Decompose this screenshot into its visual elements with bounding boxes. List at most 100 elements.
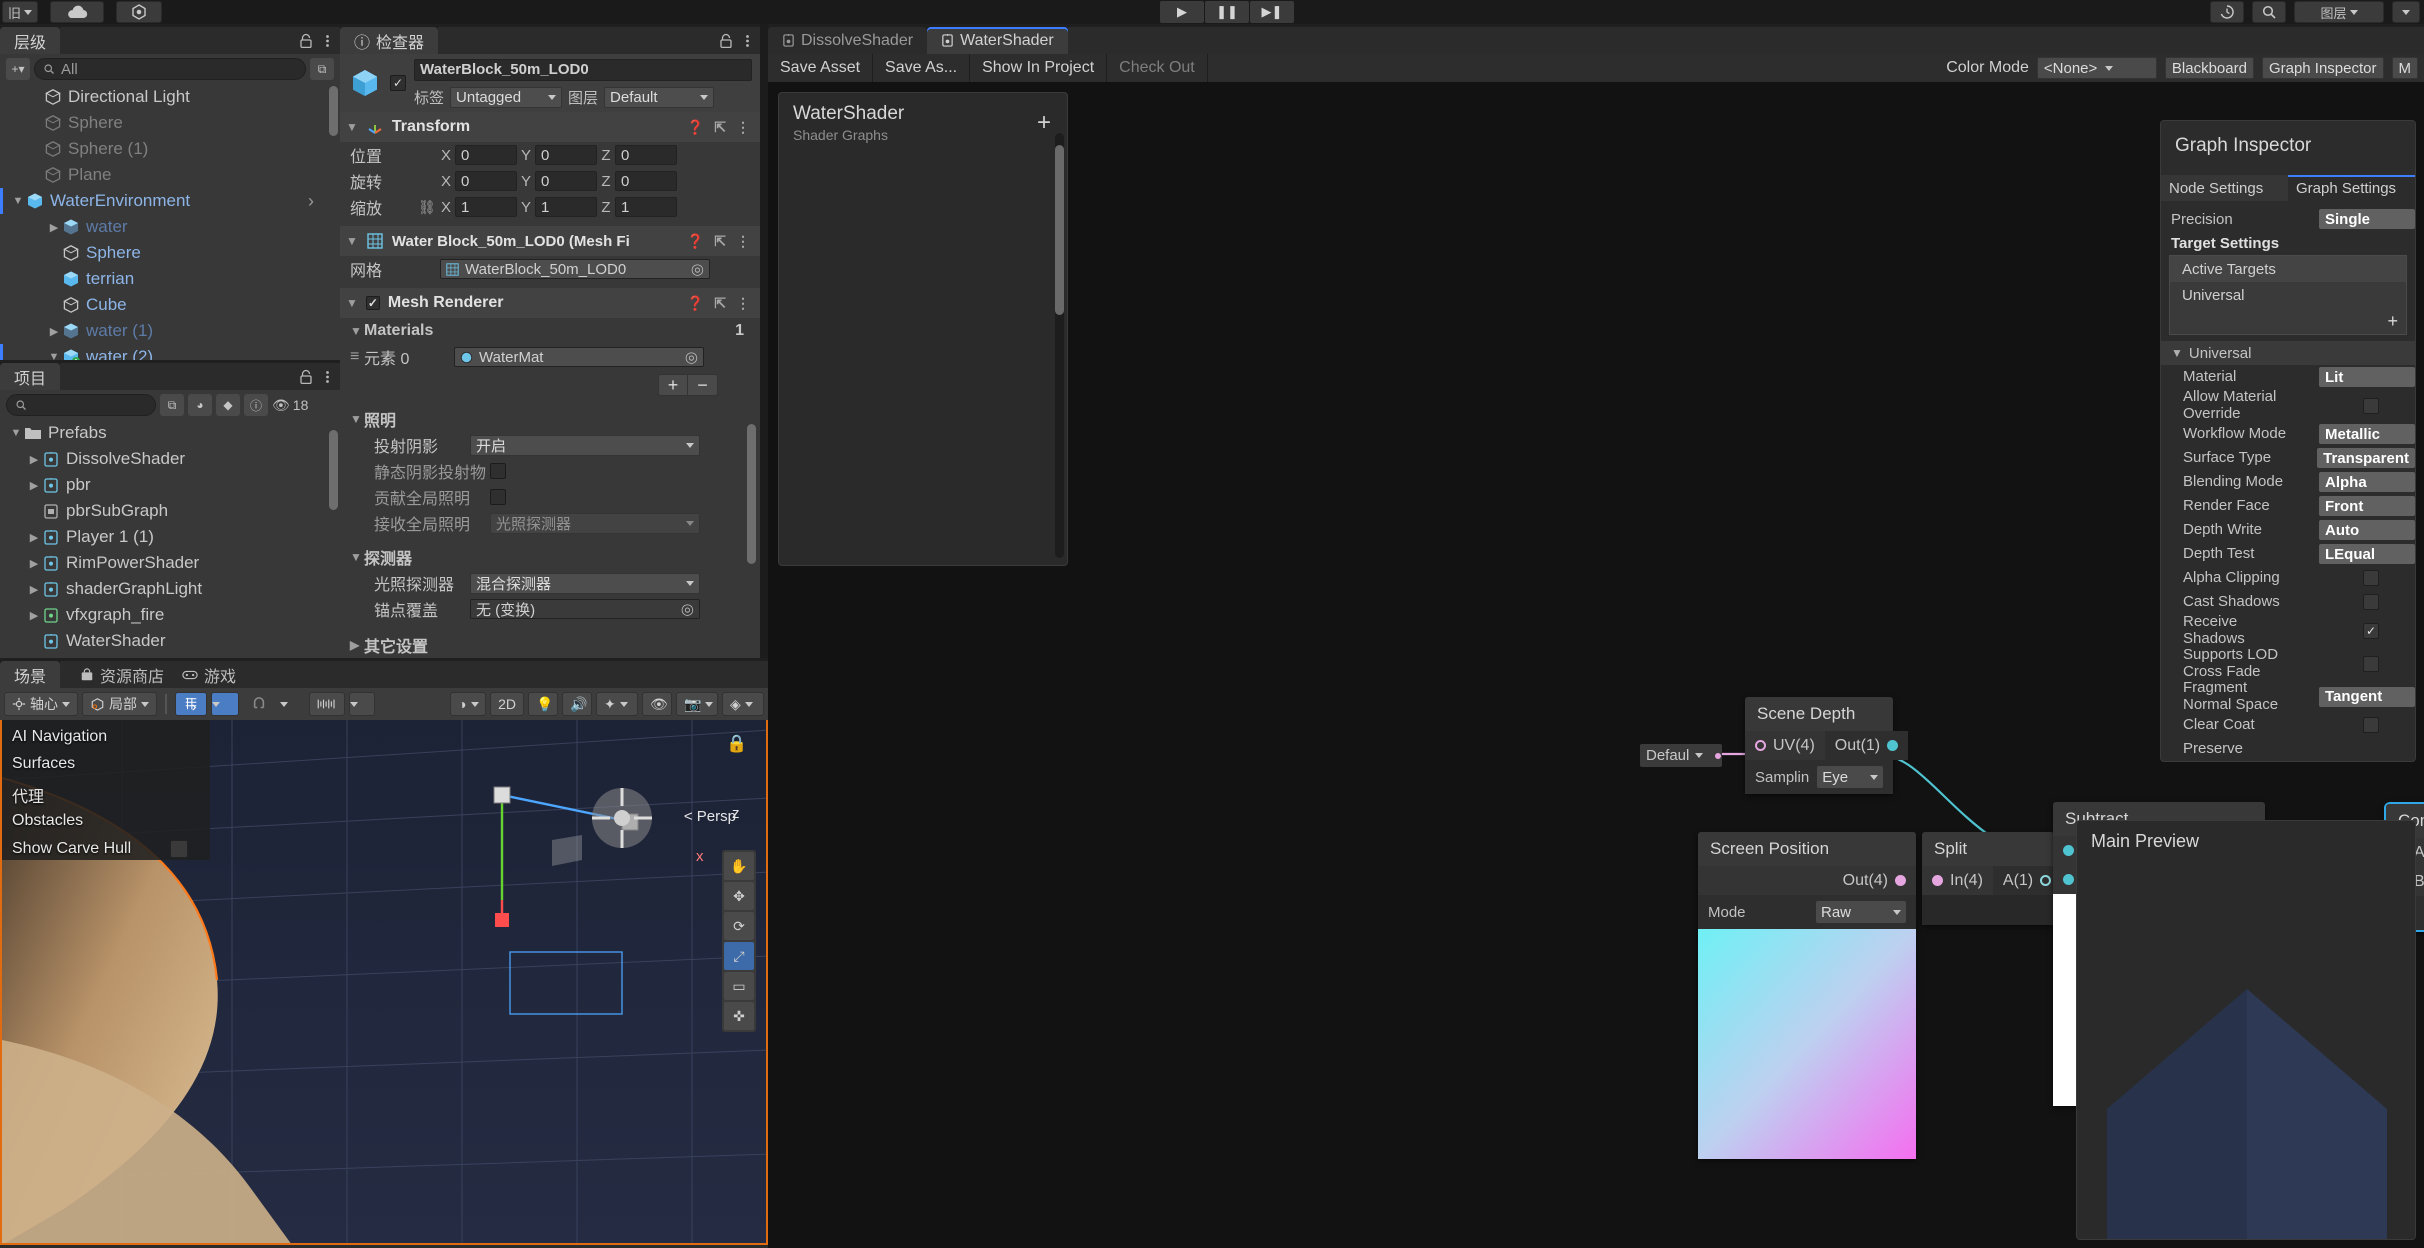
- toggle-hidden-button[interactable]: 👁: [642, 692, 672, 716]
- cloud-button[interactable]: [50, 1, 105, 23]
- hierarchy-item-sphere[interactable]: Sphere: [0, 110, 340, 136]
- pin-icon[interactable]: ⇱: [714, 119, 726, 136]
- foldout-arrow-meshrenderer[interactable]: ▼: [346, 296, 358, 310]
- rotation-x-input[interactable]: 0: [455, 171, 517, 191]
- grid-snap-dropdown[interactable]: [211, 692, 239, 716]
- hand-tool[interactable]: ✋: [724, 852, 754, 880]
- pause-button[interactable]: ❚❚: [1205, 1, 1249, 23]
- meshrenderer-component-header[interactable]: ▼ ✓ Mesh Renderer ❓ ⇱ ⋮: [340, 288, 760, 318]
- save-asset-button[interactable]: Save Asset: [768, 54, 874, 82]
- toggle-lighting-button[interactable]: 💡: [528, 692, 558, 716]
- kebab-menu-icon-project[interactable]: [325, 369, 330, 385]
- node-screen-position[interactable]: Screen Position Out(4) Mode Raw: [1698, 832, 1916, 1159]
- foldout-closed-icon[interactable]: ▶: [26, 609, 42, 622]
- kebab-icon-transform[interactable]: ⋮: [736, 119, 750, 136]
- rotation-z-input[interactable]: 0: [615, 171, 677, 191]
- position-x-input[interactable]: 0: [455, 145, 517, 165]
- tab-asset-store[interactable]: 资源商店: [80, 663, 164, 687]
- position-z-input[interactable]: 0: [615, 145, 677, 165]
- search-button[interactable]: [2252, 1, 2286, 23]
- transform-tool[interactable]: ✜: [724, 1002, 754, 1030]
- tab-node-settings[interactable]: Node Settings: [2161, 175, 2288, 201]
- screen-position-output-out[interactable]: Out(4): [1698, 866, 1916, 895]
- hierarchy-scrollbar[interactable]: [329, 86, 338, 136]
- foldout-closed-icon[interactable]: ▶: [46, 221, 62, 234]
- lock-icon[interactable]: [299, 33, 313, 49]
- anchor-override-field[interactable]: 无 (变换) ◎: [470, 599, 700, 619]
- lock-icon-inspector[interactable]: [719, 33, 733, 49]
- hierarchy-item-water-1-[interactable]: ▶ water (1): [0, 318, 340, 344]
- hierarchy-add-button[interactable]: +▾: [6, 58, 30, 80]
- ruler-button[interactable]: [309, 692, 345, 716]
- foldout-closed-icon[interactable]: ▶: [46, 325, 62, 338]
- project-item-pbrsubgraph[interactable]: pbrSubGraph: [0, 498, 340, 524]
- add-material-button[interactable]: +: [658, 374, 688, 396]
- foldout-closed-icon[interactable]: ▶: [26, 557, 42, 570]
- main-preview-toggle-button[interactable]: M: [2391, 57, 2418, 79]
- layers-dropdown[interactable]: [2392, 1, 2420, 23]
- graph-setting-value[interactable]: Metallic: [2319, 424, 2415, 444]
- position-y-input[interactable]: 0: [535, 145, 597, 165]
- pin-icon-meshrenderer[interactable]: ⇱: [714, 295, 726, 312]
- toggle-audio-button[interactable]: 🔊: [562, 692, 592, 716]
- ai-navigation-agents[interactable]: 代理: [12, 783, 44, 807]
- toggle-2d-button[interactable]: 2D: [490, 692, 524, 716]
- scene-depth-uv-default-chip[interactable]: Defaul: [1640, 744, 1722, 767]
- kebab-menu-icon[interactable]: [325, 33, 330, 49]
- foldout-open-icon[interactable]: ▼: [8, 427, 24, 439]
- hierarchy-item-directional-light[interactable]: Directional Light: [0, 84, 340, 110]
- graph-setting-checkbox[interactable]: ✓: [2363, 622, 2379, 639]
- hierarchy-filter-button[interactable]: ⧉: [310, 58, 334, 80]
- mesh-object-field[interactable]: WaterBlock_50m_LOD0 ◎: [440, 259, 710, 279]
- project-info-button[interactable]: ⓘ: [244, 394, 268, 416]
- foldout-closed-icon[interactable]: ▶: [26, 531, 42, 544]
- project-item-dissolveshader[interactable]: ▶ DissolveShader: [0, 446, 340, 472]
- foldout-arrow-transform[interactable]: ▼: [346, 120, 358, 134]
- services-button[interactable]: [116, 1, 163, 23]
- persp-label[interactable]: < Persp: [684, 808, 736, 825]
- scale-link-icon[interactable]: ⛓: [418, 199, 440, 216]
- project-item-rimpowershader[interactable]: ▶ RimPowerShader: [0, 550, 340, 576]
- graph-setting-value[interactable]: Lit: [2319, 367, 2415, 387]
- foldout-closed-icon[interactable]: ▶: [26, 479, 42, 492]
- element-material-field[interactable]: WaterMat ◎: [454, 347, 704, 367]
- scene-depth-sampling-dropdown[interactable]: Eye: [1817, 766, 1883, 788]
- hierarchy-tree[interactable]: Directional Light Sphere Sphere (1) Plane ▼ W…: [0, 84, 340, 362]
- ruler-dropdown[interactable]: [349, 692, 375, 716]
- anchor-picker-icon[interactable]: ◎: [681, 600, 694, 618]
- rotation-y-input[interactable]: 0: [535, 171, 597, 191]
- blackboard-scrollbar[interactable]: [1055, 145, 1064, 315]
- hierarchy-item-waterenvironment[interactable]: ▼ WaterEnvironment ›: [0, 188, 340, 214]
- contribute-gi-checkbox[interactable]: [490, 489, 506, 505]
- color-mode-dropdown[interactable]: <None>: [2036, 57, 2157, 79]
- blackboard-add-button[interactable]: +: [1037, 109, 1051, 137]
- port-screenpos-out-icon[interactable]: [1895, 875, 1906, 886]
- project-label-filter-button[interactable]: ◆: [216, 394, 240, 416]
- grid-snap-button[interactable]: [175, 692, 207, 716]
- camera-settings-button[interactable]: 📷: [676, 692, 718, 716]
- play-button[interactable]: ▶: [1160, 1, 1204, 23]
- foldout-arrow-meshfilter[interactable]: ▼: [346, 234, 358, 248]
- tab-watershader[interactable]: WaterShader: [927, 27, 1068, 54]
- tab-graph-settings[interactable]: Graph Settings: [2288, 175, 2415, 201]
- port-split-in-icon[interactable]: [1932, 875, 1943, 886]
- hierarchy-item-sphere[interactable]: Sphere: [0, 240, 340, 266]
- mesh-picker-icon[interactable]: ◎: [691, 260, 704, 278]
- tab-dissolveshader[interactable]: DissolveShader: [768, 27, 928, 54]
- add-target-button[interactable]: +: [2170, 308, 2406, 334]
- material-picker-icon[interactable]: ◎: [685, 348, 698, 366]
- project-save-filter-button[interactable]: ⧉: [160, 394, 184, 416]
- foldout-closed-icon[interactable]: ▶: [26, 453, 42, 466]
- graph-setting-value[interactable]: LEqual: [2319, 544, 2415, 564]
- project-item-pbr[interactable]: ▶ pbr: [0, 472, 340, 498]
- show-in-project-button[interactable]: Show In Project: [970, 54, 1108, 82]
- foldout-arrow-additional[interactable]: ▶: [350, 638, 364, 652]
- scene-depth-output-out[interactable]: Out(1): [1824, 731, 1909, 760]
- node-scene-depth[interactable]: Scene Depth UV(4) Out(1) Samplin Eye: [1745, 697, 1909, 794]
- tag-dropdown[interactable]: Untagged: [450, 86, 563, 108]
- graph-setting-checkbox[interactable]: [2363, 594, 2379, 610]
- object-name-field[interactable]: WaterBlock_50m_LOD0: [414, 58, 752, 81]
- hierarchy-item-cube[interactable]: Cube: [0, 292, 340, 318]
- ai-navigation-obstacles[interactable]: Obstacles: [12, 812, 83, 830]
- port-split-a-icon[interactable]: [2040, 875, 2052, 886]
